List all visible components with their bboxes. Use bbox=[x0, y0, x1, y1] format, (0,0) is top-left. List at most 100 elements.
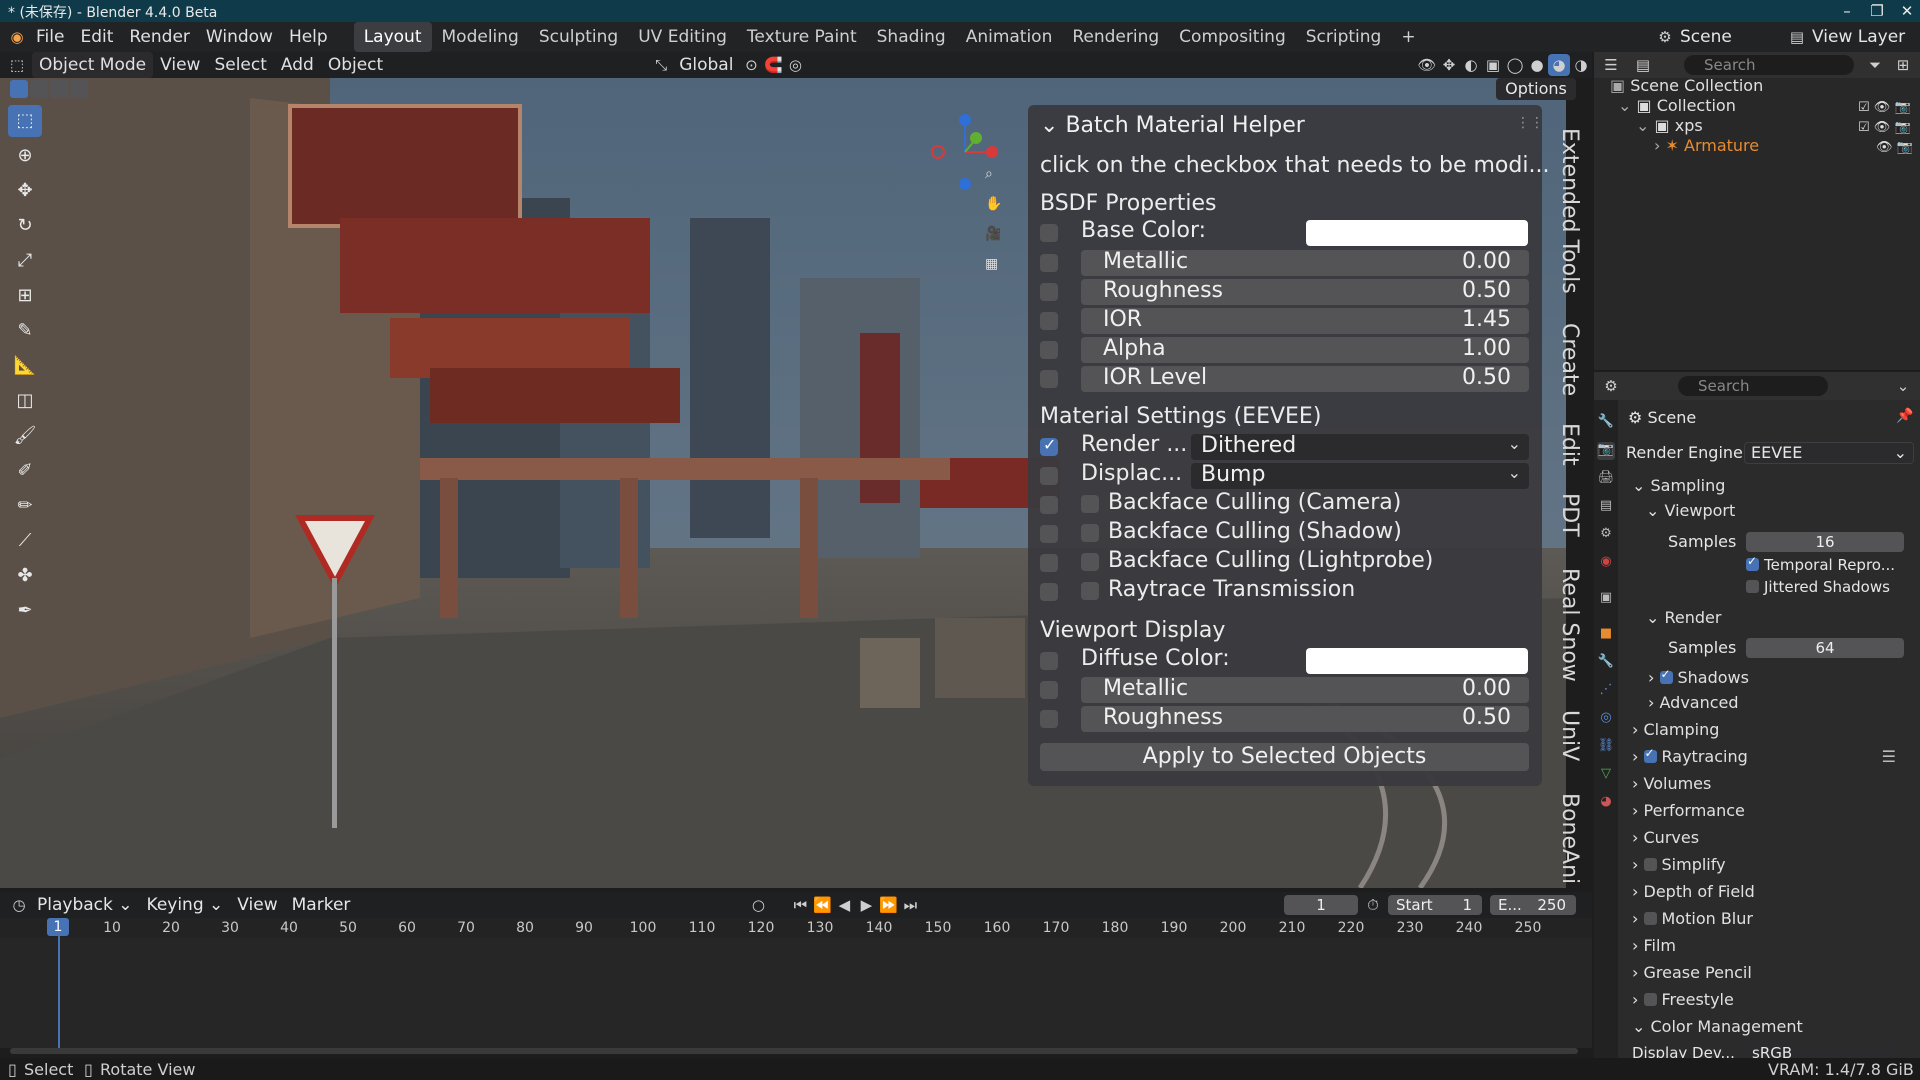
tab-boneani[interactable]: BoneAni bbox=[1552, 793, 1582, 884]
render-tab-icon[interactable]: 📷 bbox=[1597, 442, 1615, 460]
vp-metallic-field[interactable]: Metallic 0.00 bbox=[1081, 676, 1529, 703]
ior-level-checkbox[interactable] bbox=[1040, 370, 1058, 388]
checkbox-icon[interactable] bbox=[1643, 858, 1657, 871]
expand-icon[interactable]: › bbox=[1654, 136, 1660, 155]
render-engine-dropdown[interactable]: EEVEE ⌄ bbox=[1744, 442, 1914, 464]
timeline-scrollbar[interactable] bbox=[10, 1048, 1578, 1054]
displacement-dropdown[interactable]: Bump ⌄ bbox=[1191, 462, 1529, 489]
menu-edit[interactable]: Edit bbox=[72, 22, 121, 52]
vp-roughness-checkbox[interactable] bbox=[1040, 710, 1058, 728]
tab-extended-tools[interactable]: Extended Tools bbox=[1552, 128, 1582, 294]
shadows-subsection[interactable]: › Shadows bbox=[1648, 667, 1920, 690]
vp-metallic-checkbox[interactable] bbox=[1040, 681, 1058, 699]
tab-modeling[interactable]: Modeling bbox=[432, 22, 529, 52]
xray-icon[interactable]: ▣ bbox=[1482, 54, 1504, 76]
properties-search-input[interactable]: Search bbox=[1678, 376, 1828, 396]
checkbox-icon[interactable] bbox=[1659, 667, 1673, 684]
proportional-icon[interactable]: ◎ bbox=[784, 54, 806, 76]
outliner-editor-icon[interactable]: ☰ bbox=[1600, 54, 1622, 76]
orientation-icon[interactable]: ⤡ bbox=[650, 54, 672, 76]
scale-tool-icon[interactable]: ⤢ bbox=[8, 245, 42, 277]
volumes-section[interactable]: › Volumes bbox=[1632, 774, 1912, 796]
scene-selector[interactable]: Scene bbox=[1676, 27, 1786, 47]
freestyle-section[interactable]: › Freestyle bbox=[1632, 990, 1912, 1012]
properties-editor-icon[interactable]: ⚙ bbox=[1600, 375, 1622, 397]
expand-icon[interactable]: ⌄ bbox=[1618, 96, 1631, 115]
metallic-checkbox[interactable] bbox=[1040, 254, 1058, 272]
tab-uv-editing[interactable]: UV Editing bbox=[628, 22, 737, 52]
end-frame-field[interactable]: E... 250 bbox=[1490, 895, 1576, 915]
constraints-tab-icon[interactable]: ⛓ bbox=[1597, 738, 1615, 756]
viewport-samples-field[interactable]: 16 bbox=[1746, 532, 1904, 552]
jittered-shadows-toggle[interactable]: Jittered Shadows bbox=[1746, 578, 1890, 596]
timeline-ruler[interactable]: 1102030405060708090100110120130140150160… bbox=[0, 918, 1592, 938]
select-invert-icon[interactable] bbox=[70, 80, 88, 98]
material-tab-icon[interactable]: ◕ bbox=[1597, 794, 1615, 812]
select-extend-icon[interactable] bbox=[30, 80, 48, 98]
temporal-reprojection-toggle[interactable]: Temporal Repro... bbox=[1746, 554, 1895, 574]
particles-tab-icon[interactable]: ⋰ bbox=[1597, 682, 1615, 700]
tab-texture-paint[interactable]: Texture Paint bbox=[737, 22, 867, 52]
auto-key-icon[interactable]: ○ bbox=[747, 894, 769, 916]
raytracing-section[interactable]: › Raytracing ☰ bbox=[1632, 746, 1912, 769]
jump-start-icon[interactable]: ⏮ bbox=[789, 894, 811, 916]
menu-window[interactable]: Window bbox=[198, 22, 281, 52]
select-new-icon[interactable] bbox=[10, 80, 28, 98]
simplify-section[interactable]: › Simplify bbox=[1632, 855, 1912, 877]
timeline-body[interactable] bbox=[0, 938, 1592, 1048]
performance-section[interactable]: › Performance bbox=[1632, 801, 1912, 823]
base-color-swatch[interactable] bbox=[1306, 220, 1528, 246]
viewport-subsection[interactable]: ⌄ Viewport bbox=[1646, 501, 1920, 523]
pin-icon[interactable]: 📌 bbox=[1896, 408, 1913, 424]
tab-compositing[interactable]: Compositing bbox=[1169, 22, 1296, 52]
next-keyframe-icon[interactable]: ⏩ bbox=[877, 894, 899, 916]
collection-tab-icon[interactable]: ▣ bbox=[1597, 590, 1615, 608]
base-color-checkbox[interactable] bbox=[1040, 224, 1058, 242]
film-section[interactable]: › Film bbox=[1632, 936, 1912, 958]
eye-icon[interactable]: 👁 bbox=[1874, 100, 1891, 115]
raytrace-transmission-enable-checkbox[interactable] bbox=[1040, 583, 1058, 601]
apply-to-selected-button[interactable]: Apply to Selected Objects bbox=[1040, 743, 1529, 771]
list-icon[interactable]: ☰ bbox=[1882, 747, 1896, 766]
backface-shadow-checkbox[interactable] bbox=[1081, 524, 1099, 542]
vp-roughness-field[interactable]: Roughness 0.50 bbox=[1081, 705, 1529, 732]
view-menu[interactable]: View bbox=[153, 52, 207, 78]
menu-file[interactable]: File bbox=[28, 22, 72, 52]
eye-icon[interactable]: 👁 bbox=[1876, 140, 1893, 155]
marker-menu[interactable]: Marker bbox=[285, 892, 358, 918]
play-reverse-icon[interactable]: ◀ bbox=[833, 894, 855, 916]
playhead-frame[interactable]: 1 bbox=[47, 918, 69, 936]
depth-of-field-section[interactable]: › Depth of Field bbox=[1632, 882, 1912, 904]
displacement-checkbox[interactable] bbox=[1040, 467, 1058, 485]
pivot-icon[interactable]: ⊙ bbox=[740, 54, 762, 76]
fill-tool-icon[interactable]: ✏ bbox=[8, 490, 42, 522]
diffuse-color-checkbox[interactable] bbox=[1040, 652, 1058, 670]
move-tool-icon[interactable]: ✥ bbox=[8, 175, 42, 207]
tab-real-snow[interactable]: Real Snow bbox=[1552, 568, 1582, 682]
tab-animation[interactable]: Animation bbox=[956, 22, 1063, 52]
transform-tool-icon[interactable]: ⊞ bbox=[8, 280, 42, 312]
tab-layout[interactable]: Layout bbox=[353, 22, 432, 52]
advanced-subsection[interactable]: › Advanced bbox=[1648, 693, 1920, 715]
expand-icon[interactable]: ⌄ bbox=[1636, 116, 1649, 135]
navigation-gizmo[interactable]: ⌕ ✋ 🎥 ▦ bbox=[930, 108, 1002, 308]
object-menu[interactable]: Object bbox=[321, 52, 390, 78]
alpha-field[interactable]: Alpha 1.00 bbox=[1081, 336, 1529, 363]
color-management-section[interactable]: ⌄ Color Management bbox=[1632, 1017, 1912, 1039]
backface-lightprobe-enable-checkbox[interactable] bbox=[1040, 554, 1058, 572]
gizmo-icon[interactable]: ✥ bbox=[1438, 54, 1460, 76]
display-device-dropdown[interactable]: sRGB bbox=[1746, 1044, 1896, 1058]
raytrace-transmission-checkbox[interactable] bbox=[1081, 582, 1099, 600]
tab-scripting[interactable]: Scripting bbox=[1296, 22, 1392, 52]
view-layer-tab-icon[interactable]: ▤ bbox=[1597, 498, 1615, 516]
curves-section[interactable]: › Curves bbox=[1632, 828, 1912, 850]
snap-icon[interactable]: 🧲 bbox=[762, 54, 784, 76]
view-layer-selector[interactable]: View Layer bbox=[1808, 27, 1920, 47]
minimize-icon[interactable]: – bbox=[1832, 0, 1862, 22]
measure-tool-icon[interactable]: 📐 bbox=[8, 350, 42, 382]
paint-tool-icon[interactable]: ✐ bbox=[8, 455, 42, 487]
layers-icon[interactable]: ▤ bbox=[1786, 26, 1808, 48]
ior-checkbox[interactable] bbox=[1040, 312, 1058, 330]
new-collection-icon[interactable]: ⊞ bbox=[1892, 54, 1914, 76]
camera-icon[interactable]: 📷 bbox=[1894, 100, 1910, 115]
